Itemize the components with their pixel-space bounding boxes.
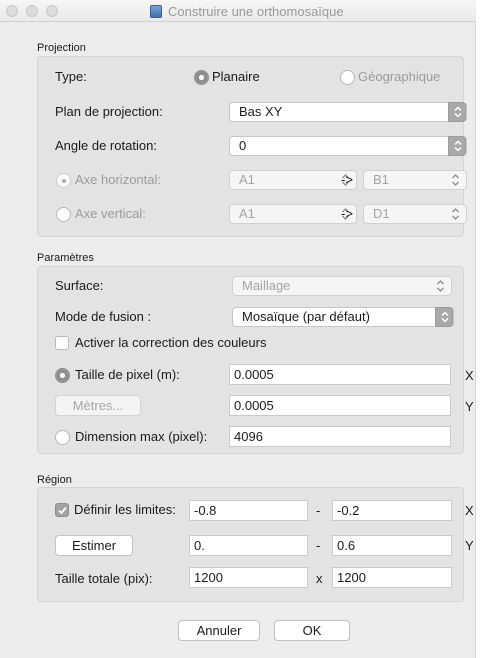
radio-axe-vertical[interactable] xyxy=(56,207,71,222)
y-min-field[interactable]: 0. xyxy=(189,535,308,556)
estimer-button[interactable]: Estimer xyxy=(55,535,133,556)
axe-h-from-select[interactable]: A1 xyxy=(229,170,357,190)
window-title-wrap: Construire une orthomosaïque xyxy=(150,3,344,19)
max-dimension-label: Dimension max (pixel): xyxy=(75,429,208,444)
total-width-field[interactable]: 1200 xyxy=(189,567,308,588)
axe-vertical-label: Axe vertical: xyxy=(75,206,146,221)
axis-x-label: X xyxy=(465,368,474,383)
color-correction-checkbox[interactable] xyxy=(55,336,69,350)
title-bar: Construire une orthomosaïque xyxy=(0,0,476,22)
y-max-field[interactable]: 0.6 xyxy=(332,535,452,556)
axe-horizontal-label: Axe horizontal: xyxy=(75,172,161,187)
x-min-field[interactable]: -0.8 xyxy=(189,500,308,521)
region-section-label: Région xyxy=(37,474,72,486)
axis-y-label: Y xyxy=(465,399,474,414)
checkmark-icon xyxy=(58,506,67,515)
axe-v-from-select[interactable]: A1 xyxy=(229,204,357,224)
chevron-updown-icon xyxy=(451,207,460,226)
pixel-size-x-field[interactable]: 0.0005 xyxy=(229,364,451,385)
x-max-field[interactable]: -0.2 xyxy=(332,500,452,521)
define-limits-checkbox[interactable] xyxy=(55,503,69,517)
region-axis-y-label: Y xyxy=(465,538,474,553)
plan-select-value: Bas XY xyxy=(239,104,283,119)
angle-select-value: 0 xyxy=(239,138,247,153)
surface-select-value: Maillage xyxy=(242,278,291,293)
axe-v-arrow: -> xyxy=(341,206,353,221)
radio-geographique-label[interactable]: Géographique xyxy=(358,69,440,84)
radio-max-dimension[interactable] xyxy=(55,430,70,445)
ok-button[interactable]: OK xyxy=(274,620,350,641)
minimize-icon[interactable] xyxy=(26,5,38,17)
fusion-label: Mode de fusion : xyxy=(55,309,152,324)
total-size-label: Taille totale (pix): xyxy=(55,571,153,586)
axe-h-to-value: B1 xyxy=(373,172,389,187)
pixel-size-label: Taille de pixel (m): xyxy=(75,367,180,382)
dialog-window: Construire une orthomosaïque Projection … xyxy=(0,0,476,658)
axe-v-to-select[interactable]: D1 xyxy=(363,204,467,224)
total-size-times: x xyxy=(316,571,323,586)
fusion-select-value: Mosaïque (par défaut) xyxy=(242,309,370,324)
axe-h-from-value: A1 xyxy=(239,172,255,187)
radio-axe-horizontal[interactable] xyxy=(56,173,71,188)
cancel-button[interactable]: Annuler xyxy=(178,620,260,641)
radio-geographique[interactable] xyxy=(340,70,355,85)
chevron-updown-icon xyxy=(448,136,466,156)
angle-select[interactable]: 0 xyxy=(229,136,467,156)
chevron-updown-icon xyxy=(448,102,466,122)
axe-h-to-select[interactable]: B1 xyxy=(363,170,467,190)
y-range-dash: - xyxy=(316,538,321,553)
define-limits-label[interactable]: Définir les limites: xyxy=(74,502,176,517)
plan-label: Plan de projection: xyxy=(55,104,163,119)
close-icon[interactable] xyxy=(6,5,18,17)
radio-planaire-label[interactable]: Planaire xyxy=(212,69,260,84)
surface-label: Surface: xyxy=(55,278,104,293)
radio-pixel-size[interactable] xyxy=(55,368,70,383)
chevron-updown-icon xyxy=(451,173,460,192)
surface-select[interactable]: Maillage xyxy=(232,276,452,296)
chevron-updown-icon xyxy=(436,279,445,298)
plan-select[interactable]: Bas XY xyxy=(229,102,467,122)
axe-h-arrow: -> xyxy=(341,172,353,187)
window-title: Construire une orthomosaïque xyxy=(168,3,344,19)
max-dimension-field[interactable]: 4096 xyxy=(229,426,451,447)
total-height-field[interactable]: 1200 xyxy=(332,567,452,588)
color-correction-label[interactable]: Activer la correction des couleurs xyxy=(75,335,266,350)
chevron-updown-icon xyxy=(435,307,453,327)
pixel-size-y-field[interactable]: 0.0005 xyxy=(229,395,451,416)
region-axis-x-label: X xyxy=(465,503,474,518)
x-range-dash: - xyxy=(316,503,321,518)
fusion-select[interactable]: Mosaïque (par défaut) xyxy=(232,307,454,327)
radio-planaire[interactable] xyxy=(194,70,209,85)
metres-button[interactable]: Mètres... xyxy=(55,395,141,416)
type-label: Type: xyxy=(55,69,87,84)
axe-v-to-value: D1 xyxy=(373,206,390,221)
parametres-section-label: Paramètres xyxy=(37,252,94,264)
axe-v-from-value: A1 xyxy=(239,206,255,221)
angle-label: Angle de rotation: xyxy=(55,138,157,153)
app-icon xyxy=(150,4,162,18)
projection-section-label: Projection xyxy=(37,42,86,54)
zoom-icon[interactable] xyxy=(46,5,58,17)
